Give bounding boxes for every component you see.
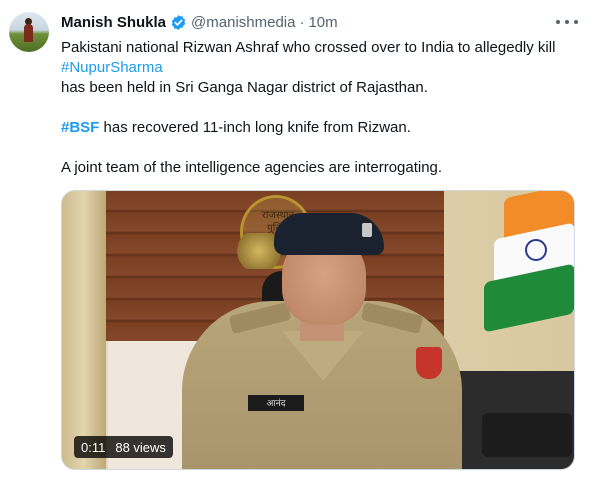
- tweet-text-line: Pakistani national Rizwan Ashraf who cro…: [61, 39, 556, 56]
- hashtag-bsf[interactable]: #BSF: [61, 119, 99, 136]
- beret-badge: [362, 223, 372, 237]
- more-dot: [565, 20, 569, 24]
- tweet-header: Manish Shukla @manishmedia · 10m: [61, 12, 338, 32]
- author-handle[interactable]: @manishmedia: [191, 14, 295, 31]
- video-curtain: [62, 191, 106, 469]
- tweet[interactable]: Manish Shukla @manishmedia · 10m Pakista…: [0, 0, 600, 480]
- video-duration: 0:11: [81, 439, 106, 455]
- tweet-text: Pakistani national Rizwan Ashraf who cro…: [61, 38, 581, 178]
- desk-phone: [482, 413, 572, 457]
- tweet-text-line: #BSF has recovered 11-inch long knife fr…: [61, 118, 581, 138]
- video-views: 88 views: [115, 439, 166, 455]
- verified-badge-icon: [170, 14, 187, 31]
- tweet-time[interactable]: 10m: [308, 14, 337, 31]
- tweet-text-fragment: has recovered 11-inch long knife from Ri…: [99, 119, 411, 136]
- avatar-figure: [24, 24, 33, 42]
- more-options-icon[interactable]: [556, 13, 578, 31]
- author-name[interactable]: Manish Shukla: [61, 14, 166, 31]
- video-duration-badge: 0:11 88 views: [74, 436, 173, 458]
- tweet-text-line: A joint team of the intelligence agencie…: [61, 159, 443, 176]
- india-flag: [482, 191, 574, 341]
- more-dot: [574, 20, 578, 24]
- more-dot: [556, 20, 560, 24]
- separator-dot: ·: [299, 13, 305, 31]
- shoulder-patch: [416, 347, 442, 379]
- officer-nametag: आनंद: [248, 395, 304, 411]
- video-player[interactable]: राजस्थान पुलिस आनंद 0:11 88 views: [61, 190, 575, 470]
- tweet-text-line: has been held in Sri Ganga Nagar distric…: [61, 79, 428, 96]
- avatar[interactable]: [9, 12, 49, 52]
- flag-chakra: [525, 239, 547, 261]
- hashtag-nupursharma[interactable]: #NupurSharma: [61, 58, 581, 78]
